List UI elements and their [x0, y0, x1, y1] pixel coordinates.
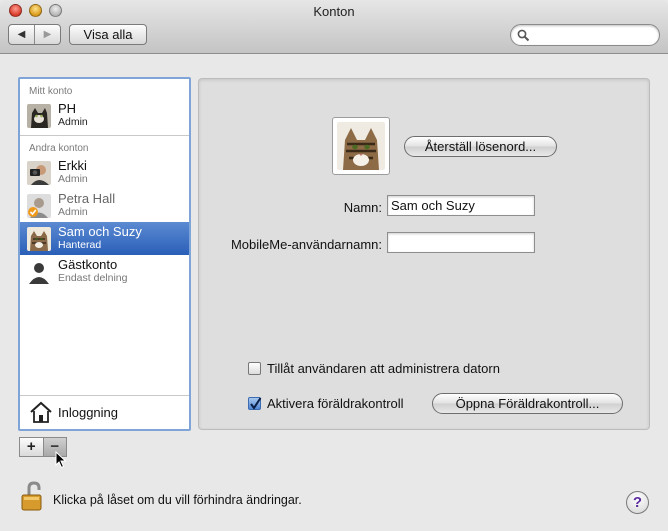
- back-arrow-icon: ◀: [17, 29, 26, 40]
- tabby-cat-picture-icon: [337, 122, 385, 170]
- account-row-sam-och-suzy[interactable]: Sam och Suzy Hanterad: [20, 222, 189, 255]
- account-row-petra-hall[interactable]: Petra Hall Admin: [20, 189, 189, 222]
- photographer-avatar-icon: [27, 161, 51, 185]
- search-field[interactable]: [510, 24, 660, 46]
- account-name: Sam och Suzy: [58, 224, 142, 239]
- back-forward-control: ◀ ▶: [8, 24, 61, 45]
- forward-arrow-icon: ▶: [43, 29, 52, 40]
- account-name: Petra Hall: [58, 191, 116, 206]
- parental-controls-checkbox[interactable]: [248, 397, 262, 410]
- other-accounts-header: Andra konton: [29, 143, 89, 154]
- login-options-item[interactable]: Inloggning: [20, 395, 189, 429]
- allow-admin-row: Tillåt användaren att administrera dator…: [248, 361, 500, 376]
- search-icon: [517, 29, 530, 42]
- account-role: Hanterad: [58, 239, 102, 251]
- account-picture-well[interactable]: [332, 117, 390, 175]
- parental-controls-row: Aktivera föräldrakontroll: [248, 396, 404, 411]
- open-parental-controls-button[interactable]: Öppna Föräldrakontroll...: [432, 393, 623, 414]
- accounts-list[interactable]: Mitt konto PH Admin Andra konton Erkki A…: [18, 77, 191, 431]
- allow-admin-label: Tillåt användaren att administrera dator…: [267, 361, 500, 376]
- person-avatar-icon: [27, 194, 51, 218]
- my-account-header: Mitt konto: [29, 86, 73, 97]
- name-label: Namn:: [343, 200, 382, 215]
- add-account-button[interactable]: +: [20, 438, 43, 456]
- account-name: PH: [58, 101, 77, 116]
- back-button[interactable]: ◀: [9, 25, 34, 44]
- forward-button[interactable]: ▶: [34, 25, 60, 44]
- cat-avatar-icon: [27, 104, 51, 128]
- account-name: Erkki: [58, 158, 87, 173]
- reset-password-button[interactable]: Återställ lösenord...: [404, 136, 557, 157]
- mobileme-username-field[interactable]: [387, 232, 535, 253]
- unlocked-padlock-icon[interactable]: [20, 481, 46, 511]
- parental-controls-label: Aktivera föräldrakontroll: [267, 396, 404, 411]
- account-row-gastkonto[interactable]: Gästkonto Endast delning: [20, 255, 189, 288]
- search-input[interactable]: [533, 27, 653, 43]
- name-field[interactable]: Sam och Suzy: [387, 195, 535, 216]
- login-options-label: Inloggning: [58, 405, 118, 420]
- account-detail-panel: [198, 78, 650, 430]
- account-name: Gästkonto: [58, 257, 118, 272]
- tabby-cat-avatar-icon: [27, 227, 51, 251]
- account-role: Admin: [58, 173, 88, 185]
- account-role: Admin: [58, 206, 88, 218]
- lock-instruction-text: Klicka på låset om du vill förhindra änd…: [53, 493, 302, 507]
- account-row-ph[interactable]: PH Admin: [20, 99, 189, 132]
- account-role: Admin: [58, 116, 88, 128]
- account-role: Endast delning: [58, 272, 128, 284]
- mouse-pointer-icon: [55, 451, 67, 469]
- accounts-window: Konton ◀ ▶ Visa alla Mitt konto PH Admin…: [0, 0, 668, 531]
- mobileme-username-label: MobileMe-användarnamn:: [230, 237, 382, 252]
- window-title: Konton: [313, 4, 355, 19]
- allow-admin-checkbox[interactable]: [248, 362, 261, 375]
- show-all-button[interactable]: Visa alla: [69, 24, 147, 45]
- checkmark-icon: [250, 397, 262, 410]
- help-button[interactable]: ?: [626, 491, 649, 514]
- toolbar: Konton ◀ ▶ Visa alla: [0, 0, 668, 54]
- guest-silhouette-icon: [27, 260, 51, 284]
- house-icon: [30, 401, 52, 423]
- account-row-erkki[interactable]: Erkki Admin: [20, 156, 189, 189]
